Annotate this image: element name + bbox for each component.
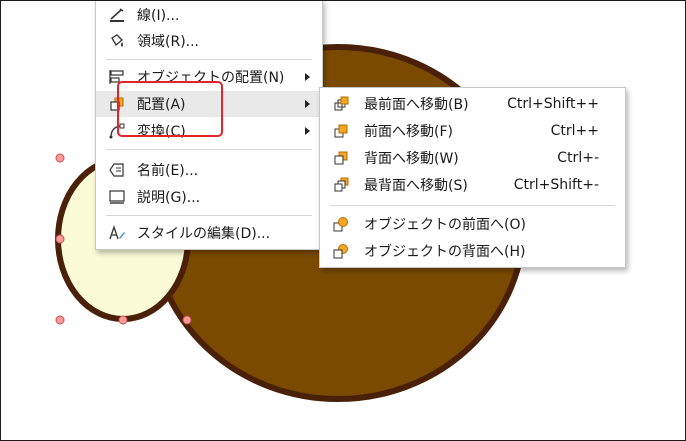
line-icon [110,8,124,22]
submenu-item-behind-object[interactable]: オブジェクトの背面へ(H) [320,238,625,264]
selection-handle[interactable] [118,315,128,325]
edit-style-icon [109,224,125,240]
send-to-back-icon [334,177,349,192]
bring-to-front-icon [334,96,349,111]
submenu-separator [330,205,615,206]
menu-item-edit-style[interactable]: スタイルの編集(D)... [96,220,322,246]
selection-handle[interactable] [55,234,65,244]
menu-item-name[interactable]: 名前(E)... [96,157,322,183]
behind-object-icon [333,244,348,259]
submenu-arrow-icon [305,127,310,135]
submenu-item-in-front-of-object[interactable]: オブジェクトの前面へ(O) [320,211,625,237]
submenu-item-send-backward[interactable]: 背面へ移動(W) Ctrl+- [320,145,625,171]
submenu-item-bring-to-front[interactable]: 最前面へ移動(B) Ctrl+Shift++ [320,91,625,117]
menu-item-description[interactable]: 説明(G)... [96,184,322,210]
in-front-of-object-icon [333,217,348,232]
selection-handle[interactable] [182,315,192,325]
send-backward-icon [334,151,348,165]
selection-handle[interactable] [55,153,65,163]
submenu-arrow-icon [305,100,310,108]
menu-item-line[interactable]: 線(I)... [96,2,322,28]
area-fill-icon [111,34,123,47]
menu-separator [106,59,312,60]
description-icon [109,190,125,204]
menu-separator [106,149,312,150]
drawing-window: 線(I)... 領域(R)... オブジェクトの配置(N) 配置(A) 変換(C… [0,0,686,441]
name-tag-icon [109,163,124,177]
submenu-item-send-to-back[interactable]: 最背面へ移動(S) Ctrl+Shift+- [320,172,625,198]
bring-forward-icon [334,124,348,138]
selection-handle[interactable] [55,315,65,325]
menu-separator [106,215,312,216]
arrange-submenu: 最前面へ移動(B) Ctrl+Shift++ 前面へ移動(F) Ctrl++ 背… [319,87,626,268]
submenu-item-bring-forward[interactable]: 前面へ移動(F) Ctrl++ [320,118,625,144]
annotation-highlight-box [117,81,223,137]
submenu-arrow-icon [305,73,310,81]
menu-item-area[interactable]: 領域(R)... [96,28,322,54]
